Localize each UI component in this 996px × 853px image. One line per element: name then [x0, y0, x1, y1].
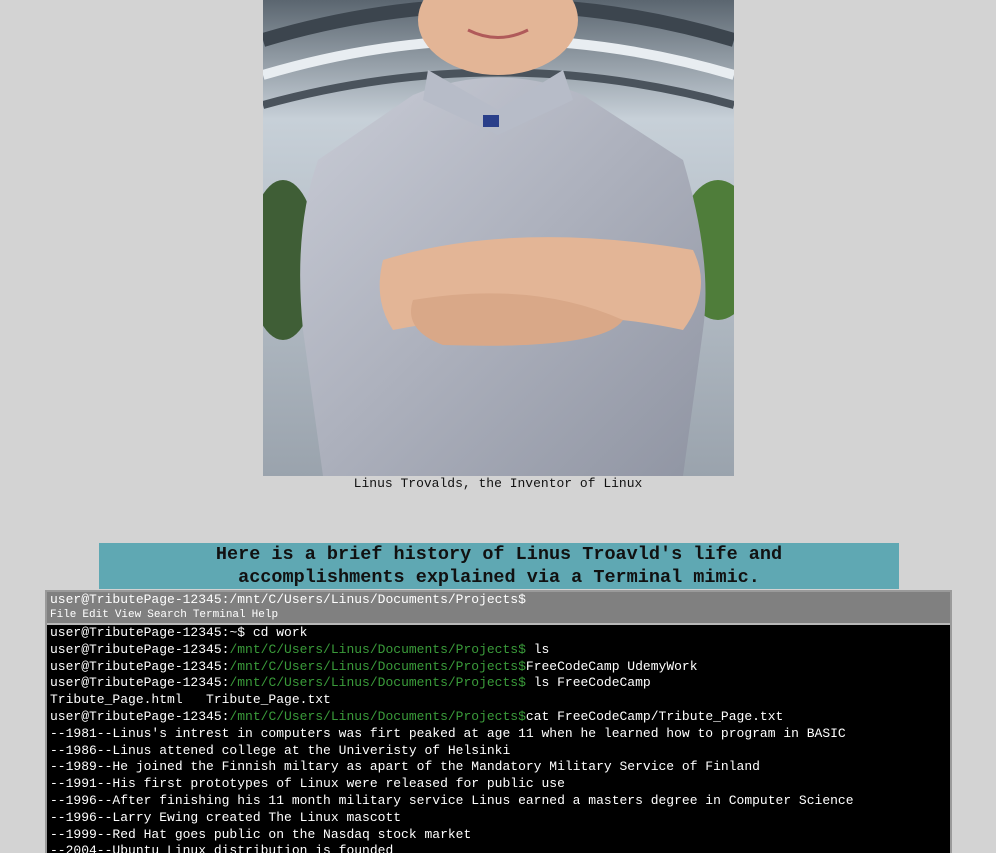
terminal-line: --1999--Red Hat goes public on the Nasda… — [50, 826, 472, 842]
terminal-line: --2004--Ubuntu Linux distribution is fou… — [50, 843, 394, 853]
history-headline: Here is a brief history of Linus Troavld… — [99, 543, 899, 589]
terminal-line: --1981--Linus's intrest in computers was… — [50, 725, 846, 741]
terminal-line: Tribute_Page.html Tribute_Page.txt — [50, 692, 331, 708]
terminal-line: user@TributePage-12345:/mnt/C/Users/Linu… — [50, 641, 550, 657]
terminal-line: user@TributePage-12345:/mnt/C/Users/Linu… — [50, 708, 784, 724]
headline-line-2: accomplishments explained via a Terminal… — [238, 567, 760, 588]
terminal-line: user@TributePage-12345:~$ cd work — [50, 625, 308, 640]
terminal-line: --1991--His first prototypes of Linux we… — [50, 776, 565, 792]
terminal-output: user@TributePage-12345:~$ cd work user@T… — [47, 625, 950, 853]
terminal-title-bar: user@TributePage-12345:/mnt/C/Users/Linu… — [47, 592, 950, 608]
menu-edit[interactable]: Edit — [82, 609, 108, 621]
terminal-line: user@TributePage-12345:/mnt/C/Users/Linu… — [50, 658, 698, 674]
terminal-line: user@TributePage-12345:/mnt/C/Users/Linu… — [50, 675, 651, 691]
menu-file[interactable]: File — [50, 609, 76, 621]
photo-caption: Linus Trovalds, the Inventor of Linux — [353, 476, 643, 491]
terminal-line: --1989--He joined the Finnish miltary as… — [50, 759, 760, 775]
headline-line-1: Here is a brief history of Linus Troavld… — [215, 544, 783, 565]
terminal-line: --1996--After finishing his 11 month mil… — [50, 792, 854, 808]
terminal-menu-bar: File Edit View Search Terminal Help — [47, 608, 950, 625]
menu-search[interactable]: Search — [147, 609, 187, 621]
terminal-line: --1996--Larry Ewing created The Linux ma… — [50, 809, 402, 825]
terminal-line: --1986--Linus attened college at the Uni… — [50, 742, 511, 758]
menu-terminal[interactable]: Terminal — [193, 609, 246, 621]
portrait-illustration — [263, 0, 734, 476]
menu-help[interactable]: Help — [252, 609, 278, 621]
terminal-window: user@TributePage-12345:/mnt/C/Users/Linu… — [45, 590, 952, 853]
menu-view[interactable]: View — [115, 609, 141, 621]
linus-photo — [263, 0, 734, 476]
